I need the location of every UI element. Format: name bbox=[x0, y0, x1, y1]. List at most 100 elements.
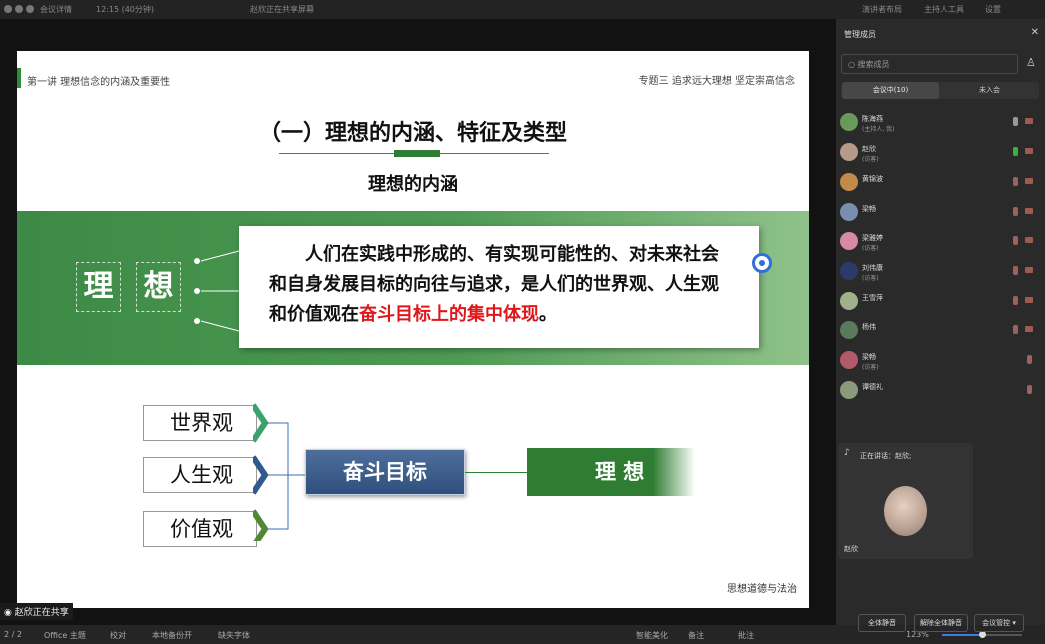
avatar bbox=[840, 113, 858, 131]
close-window-icon[interactable] bbox=[4, 5, 12, 13]
theme-indicator[interactable]: Office 主题 bbox=[44, 630, 86, 641]
member-row[interactable]: 谭德礼 bbox=[840, 379, 1040, 403]
camera-icon[interactable] bbox=[1025, 237, 1033, 243]
member-row[interactable]: 杨伟 bbox=[840, 319, 1040, 343]
tab-not-joined[interactable]: 未入会 bbox=[941, 82, 1038, 99]
outlook-on-life-box: 人生观 bbox=[143, 457, 257, 493]
speaker-layout-button[interactable]: 演讲者布局 bbox=[862, 4, 902, 15]
camera-icon[interactable] bbox=[1025, 326, 1033, 332]
member-role: (访客) bbox=[862, 245, 879, 252]
mic-muted-icon[interactable] bbox=[1013, 236, 1018, 245]
slide-title: （一）理想的内涵、特征及类型 bbox=[258, 120, 567, 146]
sharing-notice: 赵欣正在共享屏幕 bbox=[250, 5, 314, 14]
member-row[interactable]: 刘伟康 (访客) bbox=[840, 260, 1040, 284]
camera-icon[interactable] bbox=[1025, 297, 1033, 303]
shared-screen-area: 第一讲 理想信念的内涵及重要性 专题三 追求远大理想 坚定崇高信念 （一）理想的… bbox=[0, 19, 836, 625]
host-tools-button[interactable]: 主持人工具 bbox=[924, 4, 964, 15]
avatar bbox=[840, 262, 858, 280]
member-name: 梁雅婷 bbox=[862, 234, 883, 242]
camera-icon[interactable] bbox=[1025, 178, 1033, 184]
values-box: 价值观 bbox=[143, 511, 257, 547]
mic-icon[interactable] bbox=[1013, 117, 1018, 126]
beautify-button[interactable]: 智能美化 bbox=[636, 630, 668, 641]
member-name: 黄锦波 bbox=[862, 175, 883, 183]
zoom-slider[interactable] bbox=[942, 631, 1022, 638]
camera-icon[interactable] bbox=[1025, 208, 1033, 214]
mic-muted-icon[interactable] bbox=[1013, 177, 1018, 186]
speaking-label: 正在讲话：赵欣; bbox=[860, 452, 912, 460]
member-name: 刘伟康 bbox=[862, 264, 883, 272]
notes-button[interactable]: 备注 bbox=[688, 630, 704, 641]
sharing-status-label: 赵欣正在共享 bbox=[14, 608, 69, 618]
comments-button[interactable]: 批注 bbox=[738, 630, 754, 641]
minimize-window-icon[interactable] bbox=[15, 5, 23, 13]
title-underline-accent bbox=[394, 150, 440, 157]
member-name: 梁畅 bbox=[862, 353, 876, 361]
member-search-input[interactable]: ○ 搜索成员 bbox=[841, 54, 1018, 74]
member-name: 王雪萍 bbox=[862, 294, 883, 302]
member-row[interactable]: 梁雅婷 (访客) bbox=[840, 230, 1040, 254]
share-icon: ◉ bbox=[4, 608, 15, 618]
mic-icon: ♪ bbox=[844, 448, 850, 458]
camera-icon[interactable] bbox=[1025, 267, 1033, 273]
member-row[interactable]: 陈海燕 (主持人, 我) bbox=[840, 111, 1040, 135]
window-title-bar: 会议详情 12:15 (40分钟) 赵欣正在共享屏幕 演讲者布局 主持人工具 设… bbox=[0, 0, 1045, 19]
unmute-all-button[interactable]: 解除全体静音 bbox=[914, 614, 968, 632]
tab-in-meeting[interactable]: 会议中(10) bbox=[842, 82, 939, 99]
missing-font-warning[interactable]: 缺失字体 bbox=[218, 630, 250, 641]
settings-button[interactable]: 设置 bbox=[985, 4, 1001, 15]
mic-muted-icon[interactable] bbox=[1013, 207, 1018, 216]
avatar bbox=[840, 351, 858, 369]
member-row[interactable]: 赵欣 (访客) bbox=[840, 141, 1040, 165]
avatar bbox=[840, 143, 858, 161]
page-indicator: 2 / 2 bbox=[4, 630, 22, 639]
avatar bbox=[840, 232, 858, 250]
presentation-slide: 第一讲 理想信念的内涵及重要性 专题三 追求远大理想 坚定崇高信念 （一）理想的… bbox=[17, 51, 809, 608]
avatar bbox=[840, 321, 858, 339]
avatar bbox=[840, 292, 858, 310]
mic-muted-icon[interactable] bbox=[1027, 385, 1032, 394]
slide-footer: 思想道德与法治 bbox=[727, 584, 797, 595]
camera-icon[interactable] bbox=[1025, 118, 1033, 124]
meeting-timer: 12:15 (40分钟) bbox=[96, 5, 155, 14]
member-row[interactable]: 梁畅 bbox=[840, 201, 1040, 225]
add-member-icon[interactable]: ♙ bbox=[1026, 56, 1036, 69]
member-name: 谭德礼 bbox=[862, 383, 883, 391]
mic-muted-icon[interactable] bbox=[1013, 296, 1018, 305]
slide-header-right: 专题三 追求远大理想 坚定崇高信念 bbox=[638, 76, 795, 87]
member-role: (访客) bbox=[862, 364, 879, 371]
header-accent-bar bbox=[17, 68, 21, 88]
active-speaker-tile: ♪ 正在讲话：赵欣; 赵欣 bbox=[838, 443, 973, 559]
mic-muted-icon[interactable] bbox=[1013, 325, 1018, 334]
member-row[interactable]: 黄锦波 bbox=[840, 171, 1040, 195]
proofing-button[interactable]: 校对 bbox=[110, 630, 126, 641]
sharing-status[interactable]: ◉ 赵欣正在共享 bbox=[0, 603, 73, 620]
maximize-window-icon[interactable] bbox=[26, 5, 34, 13]
backup-status[interactable]: 本地备份开 bbox=[152, 630, 192, 641]
member-role: (主持人, 我) bbox=[862, 126, 895, 133]
close-icon[interactable]: ✕ bbox=[1031, 27, 1039, 38]
speaker-name: 赵欣 bbox=[844, 545, 858, 553]
member-name: 赵欣 bbox=[862, 145, 876, 153]
mic-muted-icon[interactable] bbox=[1027, 355, 1032, 364]
ideal-char-box-1: 理 bbox=[76, 262, 121, 312]
mic-icon[interactable] bbox=[1013, 147, 1018, 156]
slide-header-left: 第一讲 理想信念的内涵及重要性 bbox=[27, 77, 171, 88]
meeting-control-button[interactable]: 会议管控 ▾ bbox=[974, 614, 1024, 632]
ideal-char-box-2: 想 bbox=[136, 262, 181, 312]
camera-icon[interactable] bbox=[1025, 148, 1033, 154]
worldview-box: 世界观 bbox=[143, 405, 257, 441]
floating-tool-button[interactable] bbox=[752, 253, 772, 273]
goal-connector bbox=[465, 472, 527, 473]
mute-all-button[interactable]: 全体静音 bbox=[858, 614, 906, 632]
definition-end: 。 bbox=[539, 304, 557, 325]
mic-muted-icon[interactable] bbox=[1013, 266, 1018, 275]
member-tabs: 会议中(10) 未入会 bbox=[841, 82, 1039, 99]
member-row[interactable]: 王雪萍 bbox=[840, 290, 1040, 314]
search-icon: ○ bbox=[848, 60, 858, 69]
meeting-details-link[interactable]: 会议详情 bbox=[40, 4, 72, 15]
speaker-video bbox=[884, 486, 927, 536]
avatar bbox=[840, 203, 858, 221]
definition-text-box: 人们在实践中形成的、有实现可能性的、对未来社会和自身发展目标的向往与追求，是人们… bbox=[239, 226, 759, 348]
member-row[interactable]: 梁畅 (访客) bbox=[840, 349, 1040, 373]
